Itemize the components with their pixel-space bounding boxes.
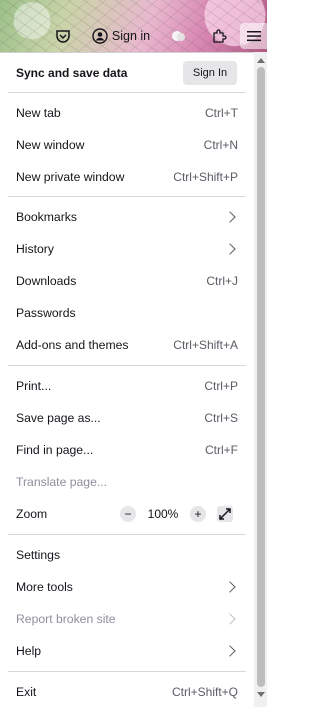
extension-icon (172, 31, 185, 41)
zoom-in-button[interactable]: + (190, 506, 206, 522)
browser-toolbar: Sign in (0, 0, 267, 52)
menu-item-shortcut: Ctrl+Shift+A (173, 338, 238, 352)
account-signin-button[interactable]: Sign in (88, 23, 154, 49)
menu-item-addons[interactable]: Add-ons and themes Ctrl+Shift+A (8, 331, 246, 359)
scrollbar-thumb[interactable] (257, 67, 265, 687)
menu-item-label: History (16, 242, 54, 256)
menu-item-label: New private window (16, 170, 125, 184)
separator (8, 671, 246, 672)
pocket-icon (56, 30, 70, 43)
menu-item-settings[interactable]: Settings (8, 541, 246, 569)
scroll-up-arrow-icon[interactable] (257, 58, 265, 63)
zoom-level[interactable]: 100% (136, 507, 190, 521)
menu-item-label: Help (16, 644, 42, 658)
menu-item-label: Zoom (16, 507, 48, 521)
menu-item-shortcut: Ctrl+Shift+Q (171, 685, 238, 699)
menu-item-label: Passwords (16, 306, 76, 320)
zoom-controls: − 100% + (120, 504, 206, 524)
menu-item-new-tab[interactable]: New tab Ctrl+T (8, 99, 246, 127)
scroll-down-arrow-icon[interactable] (257, 692, 265, 697)
menu-item-label: Find in page... (16, 443, 94, 457)
menu-item-label: Translate page... (16, 475, 108, 489)
menu-item-print[interactable]: Print... Ctrl+P (8, 372, 246, 400)
menu-item-bookmarks[interactable]: Bookmarks (8, 203, 246, 231)
menu-item-shortcut: Ctrl+T (205, 106, 238, 120)
menu-item-find-in-page[interactable]: Find in page... Ctrl+F (8, 436, 246, 464)
menu-item-save-page[interactable]: Save page as... Ctrl+S (8, 404, 246, 432)
menu-item-label: Downloads (16, 274, 77, 288)
menu-item-label: Bookmarks (16, 210, 77, 224)
chevron-right-icon (224, 243, 236, 255)
zoom-out-button[interactable]: − (120, 506, 136, 522)
account-icon (92, 28, 108, 44)
menu-item-help[interactable]: Help (8, 637, 246, 665)
menu-item-shortcut: Ctrl+S (204, 411, 238, 425)
menu-item-shortcut: Ctrl+Shift+P (173, 170, 238, 184)
separator (8, 92, 246, 93)
taskbar-clock: 11:27 PM (170, 699, 213, 710)
menu-item-label: Settings (16, 548, 61, 562)
menu-item-new-window[interactable]: New window Ctrl+N (8, 131, 246, 159)
menu-item-passwords[interactable]: Passwords (8, 299, 246, 327)
chevron-right-icon (224, 613, 236, 625)
signin-label: Sign in (111, 29, 151, 43)
app-menu-button[interactable] (240, 23, 267, 49)
menu-item-label: Add-ons and themes (16, 338, 129, 352)
menu-item-downloads[interactable]: Downloads Ctrl+J (8, 267, 246, 295)
menu-item-label: Exit (16, 685, 37, 699)
separator (8, 534, 246, 535)
menu-item-label: Report broken site (16, 612, 116, 626)
menu-item-new-private-window[interactable]: New private window Ctrl+Shift+P (8, 163, 246, 191)
extensions-button[interactable] (208, 23, 230, 49)
sync-signin-button[interactable]: Sign In (183, 61, 237, 85)
sync-title: Sync and save data (16, 66, 128, 80)
menu-item-label: New window (16, 138, 85, 152)
menu-item-label: More tools (16, 580, 73, 594)
chevron-right-icon (224, 581, 236, 593)
hamburger-icon (246, 31, 261, 42)
menu-item-report-broken-site: Report broken site (8, 605, 246, 633)
separator (8, 196, 246, 197)
menu-item-shortcut: Ctrl+N (203, 138, 238, 152)
menu-item-label: Save page as... (16, 411, 101, 425)
fullscreen-button[interactable] (217, 506, 233, 522)
menu-item-label: New tab (16, 106, 61, 120)
separator (8, 365, 246, 366)
menu-scrollbar[interactable] (254, 52, 267, 707)
menu-item-translate-page: Translate page... (8, 468, 246, 496)
menu-item-shortcut: Ctrl+J (206, 274, 238, 288)
menu-item-label: Print... (16, 379, 52, 393)
menu-item-history[interactable]: History (8, 235, 246, 263)
chevron-right-icon (224, 645, 236, 657)
menu-item-shortcut: Ctrl+P (204, 379, 238, 393)
menu-item-shortcut: Ctrl+F (205, 443, 238, 457)
pocket-button[interactable] (52, 23, 74, 49)
puzzle-icon (213, 29, 227, 43)
fullscreen-icon (219, 508, 231, 520)
menu-item-more-tools[interactable]: More tools (8, 573, 246, 601)
chevron-right-icon (224, 211, 236, 223)
extension-button[interactable] (168, 23, 190, 49)
